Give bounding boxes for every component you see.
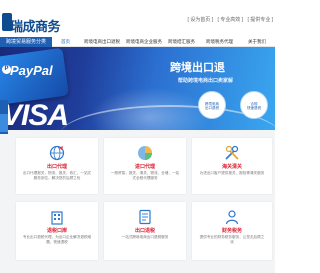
- service-tile-title: 退税口岸: [46, 228, 67, 234]
- nav-all-categories[interactable]: 跨境贸易服务分类: [0, 37, 52, 47]
- banner-circle-left: 跨境电商 出口退税: [198, 91, 226, 119]
- banner-subtitle: 帮助跨境电商出口卖家解: [178, 78, 234, 84]
- service-tile-desc: 出口代理报关，物流、报关、收汇，一站式服务到位，解决您的后顾之忧: [22, 171, 92, 180]
- service-tile-customs[interactable]: 海关清关 为进出口客户提供报关、报检等清关服务: [192, 138, 272, 194]
- header-link-service[interactable]: [ 提供专业 ]: [247, 17, 273, 23]
- side-float-button-secondary[interactable]: [0, 114, 8, 132]
- service-tile-desc: 提供专业的财务税务服务，让您无后顾之忧: [199, 235, 265, 244]
- service-tile-title: 海关清关: [221, 164, 242, 170]
- pie-chart-icon: [138, 146, 152, 160]
- header-links: [ 设为首页 ] [ 专业高效 ] [ 提供专业 ]: [185, 16, 273, 23]
- banner-title: 跨境出口退: [170, 62, 225, 74]
- header-link-home[interactable]: [ 设为首页 ]: [188, 17, 214, 23]
- header-link-pro[interactable]: [ 专业高效 ]: [217, 17, 243, 23]
- page: 瑞成商务 [ 设为首页 ] [ 专业高效 ] [ 提供专业 ] 跨境贸易服务分类…: [0, 0, 275, 273]
- document-icon: [139, 209, 151, 225]
- nav-item-export-refund[interactable]: 跨境电商出口退税: [84, 37, 120, 47]
- service-tile-desc: 一站式跨境电商出口退税服务: [121, 235, 169, 239]
- service-tile-title: 出口退税: [134, 228, 155, 234]
- nav-item-fx[interactable]: 跨境结汇服务: [168, 37, 195, 47]
- nav-item-about[interactable]: 关于我们: [248, 37, 266, 47]
- tools-icon: [225, 145, 239, 160]
- site-logo[interactable]: 瑞成商务: [2, 13, 61, 35]
- person-icon: [225, 210, 239, 225]
- service-tile-title: 进口代理: [134, 164, 155, 170]
- service-tile-title: 出口代理: [46, 164, 67, 170]
- service-tile-desc: 一般贸易，报关，清关、物流、仓储，一站式全程代理服务: [110, 171, 180, 180]
- service-tile-port[interactable]: 退税口岸 专业出口退税代理，为出口企业解决退税难题，快速退税: [16, 202, 98, 260]
- nav-item-tax[interactable]: 跨境税务代理: [206, 37, 233, 47]
- nav-item-home[interactable]: 首页: [61, 37, 70, 47]
- service-tile-desc: 为进出口客户提供报关、报检等清关服务: [199, 171, 265, 175]
- main-nav: 跨境贸易服务分类 首页 跨境电商出口退税 跨境电商企业服务 跨境结汇服务 跨境税…: [0, 37, 275, 47]
- service-grid: 出口代理 出口代理报关，物流、报关、收汇，一站式服务到位，解决您的后顾之忧 进口…: [0, 130, 275, 273]
- paypal-logo-text: PayPal: [10, 63, 53, 78]
- site-header: 瑞成商务 [ 设为首页 ] [ 专业高效 ] [ 提供专业 ]: [0, 6, 275, 36]
- hero-banner[interactable]: P PayPal VISA 跨境出口退 帮助跨境电商出口卖家解 跨境电商 出口退…: [0, 47, 275, 130]
- logo-text: 瑞成商务: [10, 20, 61, 35]
- globe-icon: [49, 145, 65, 161]
- building-icon: [51, 211, 63, 225]
- service-tile-import[interactable]: 进口代理 一般贸易，报关，清关、物流、仓储，一站式全程代理服务: [104, 138, 186, 194]
- service-tile-title: 财务税务: [221, 228, 242, 234]
- nav-item-enterprise[interactable]: 跨境电商企业服务: [126, 37, 162, 47]
- service-tile-finance[interactable]: 财务税务 提供专业的财务税务服务，让您无后顾之忧: [192, 202, 272, 260]
- service-tile-desc: 专业出口退税代理，为出口企业解决退税难题，快速退税: [22, 235, 92, 244]
- service-tile-export[interactable]: 出口代理 出口代理报关，物流、报关、收汇，一站式服务到位，解决您的后顾之忧: [16, 138, 98, 194]
- service-tile-refund[interactable]: 出口退税 一站式跨境电商出口退税服务: [104, 202, 186, 260]
- visa-logo-text: VISA: [2, 99, 69, 130]
- banner-circle-right: 合规 快速退税: [240, 91, 268, 119]
